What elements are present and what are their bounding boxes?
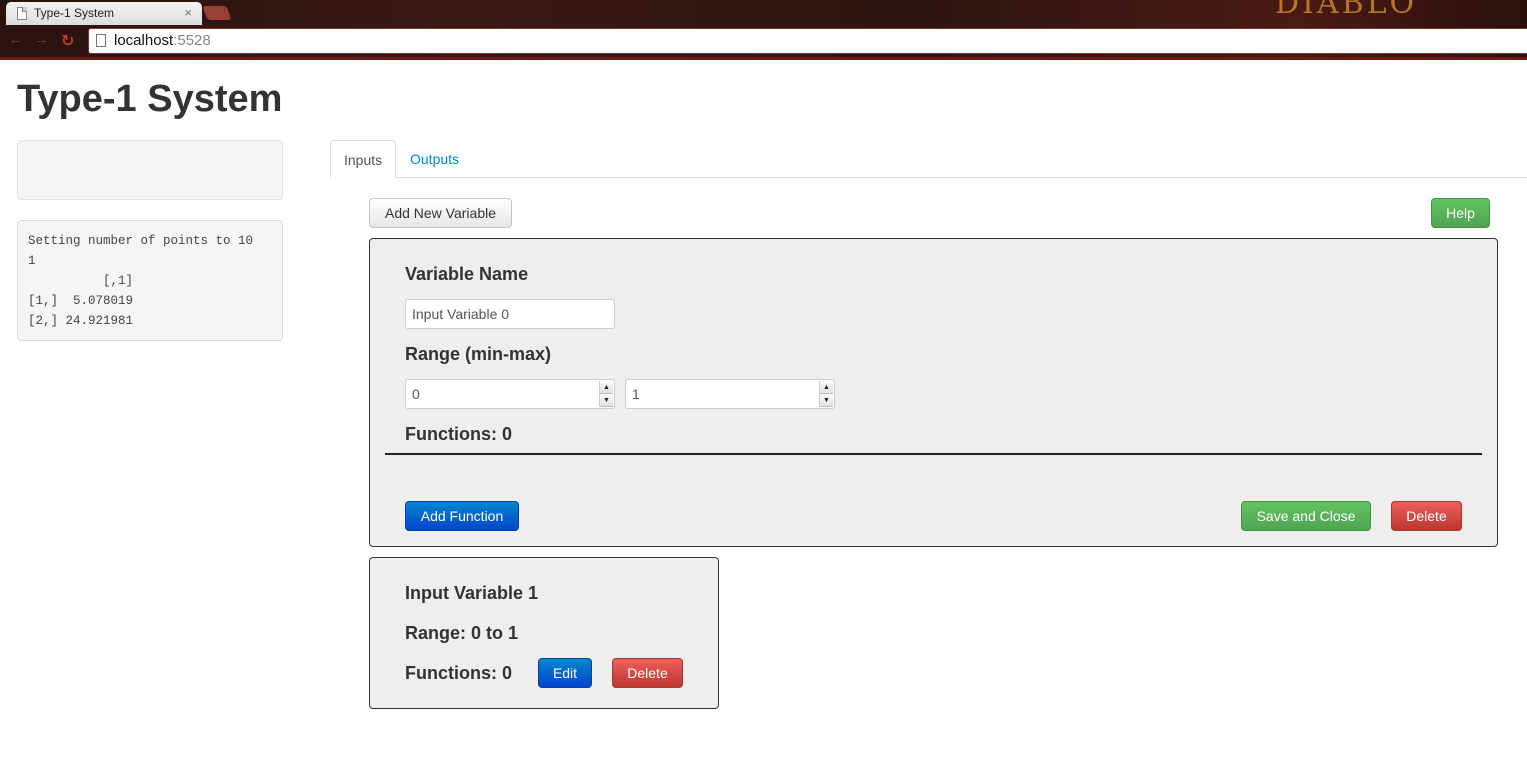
range-max-input[interactable]: 1 ▲ ▼: [625, 379, 835, 409]
variable-card-functions: Functions: 0: [405, 663, 512, 683]
chrome-divider: [0, 57, 1527, 60]
tab-inputs[interactable]: Inputs: [330, 140, 397, 178]
delete-variable-button[interactable]: Delete: [612, 658, 683, 688]
decrement-icon[interactable]: ▼: [820, 394, 833, 407]
range-min-stepper[interactable]: ▲ ▼: [599, 381, 613, 407]
tabs-divider: [330, 177, 1527, 178]
range-min-input[interactable]: 0 ▲ ▼: [405, 379, 615, 409]
increment-icon[interactable]: ▲: [820, 381, 833, 394]
delete-button[interactable]: Delete: [1391, 501, 1462, 531]
help-button[interactable]: Help: [1431, 198, 1490, 228]
decrement-icon[interactable]: ▼: [600, 394, 613, 407]
url-text: localhost:5528: [114, 32, 211, 49]
variable-card-name: Input Variable 1: [405, 583, 539, 603]
empty-well: [17, 140, 283, 200]
functions-count-label: Functions: 0: [405, 424, 512, 444]
save-and-close-button[interactable]: Save and Close: [1241, 501, 1371, 531]
browser-tab[interactable]: Type-1 System ×: [6, 2, 202, 25]
theme-logo: DIABLO: [1275, 0, 1418, 21]
reload-icon[interactable]: ↻: [61, 31, 74, 51]
address-bar[interactable]: localhost:5528: [88, 28, 1527, 54]
console-output: Setting number of points to 10 1 [,1] [1…: [17, 220, 283, 341]
page-title: Type-1 System: [17, 78, 283, 120]
close-icon[interactable]: ×: [184, 5, 192, 20]
browser-chrome: Type-1 System × DIABLO ← → ↻ localhost:5…: [0, 0, 1527, 60]
range-label: Range (min-max): [405, 344, 552, 364]
range-min-value: 0: [412, 386, 420, 402]
range-max-value: 1: [632, 386, 640, 402]
browser-tab-title: Type-1 System: [34, 6, 115, 20]
page-icon: [96, 34, 106, 47]
edit-button[interactable]: Edit: [538, 658, 592, 688]
variable-card-range: Range: 0 to 1: [405, 623, 519, 643]
back-icon[interactable]: ←: [8, 31, 23, 48]
variable-name-label: Variable Name: [405, 264, 529, 284]
new-tab-button[interactable]: [202, 6, 232, 20]
section-divider: [385, 453, 1482, 455]
add-new-variable-button[interactable]: Add New Variable: [369, 198, 512, 228]
range-max-stepper[interactable]: ▲ ▼: [819, 381, 833, 407]
increment-icon[interactable]: ▲: [600, 381, 613, 394]
page-icon: [17, 7, 27, 20]
tab-outputs[interactable]: Outputs: [397, 140, 472, 178]
variable-name-input[interactable]: [405, 299, 615, 329]
forward-icon[interactable]: →: [34, 31, 49, 48]
add-function-button[interactable]: Add Function: [405, 501, 519, 531]
